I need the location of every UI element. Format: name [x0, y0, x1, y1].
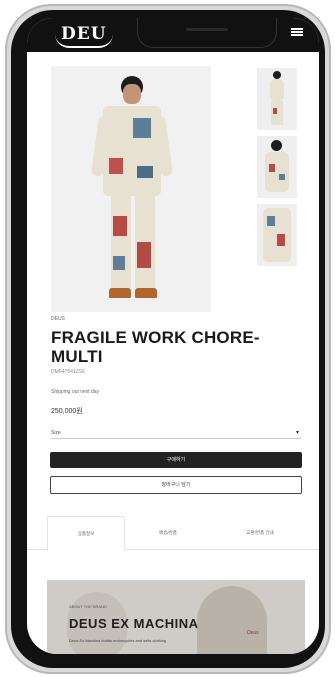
model-face [123, 84, 141, 104]
banner-title: DEUS EX MACHINA [69, 616, 199, 631]
banner-eyebrow: ABOUT THE BRAND [69, 604, 107, 609]
speaker-grille [186, 28, 228, 31]
product-thumbnail[interactable] [257, 136, 297, 198]
product-price: 250,000원 [51, 408, 83, 415]
right-shoe [135, 288, 157, 298]
product-thumbnail[interactable] [257, 204, 297, 266]
banner-signature: Deus [247, 630, 259, 636]
option-select-value: Size [51, 430, 61, 436]
product-title: FRAGILE WORK CHORE-MULTI [51, 328, 260, 366]
print-patch [109, 158, 123, 174]
add-to-cart-button[interactable]: 장바구니 담기 [50, 476, 302, 494]
hamburger-menu-icon[interactable] [291, 28, 303, 36]
product-main-image[interactable] [51, 66, 211, 312]
print-patch [113, 216, 127, 236]
right-leg [135, 192, 155, 288]
mobile-screen: DEU DEUS FRAGILE WORK CHORE-MULTI DMF475… [27, 18, 319, 654]
buy-now-button[interactable]: 구매하기 [50, 452, 302, 468]
brand-label[interactable]: DEUS [51, 316, 65, 322]
banner-photo-figure [197, 586, 267, 654]
left-leg [111, 192, 131, 288]
print-patch [113, 256, 125, 270]
left-shoe [109, 288, 131, 298]
jacket [103, 106, 161, 196]
product-sku: DMF47541ZS6 [51, 369, 85, 375]
model-figure [51, 66, 211, 312]
phone-notch [137, 18, 277, 48]
chevron-down-icon: ▾ [295, 430, 299, 436]
product-info-tabs: 상품정보 배송/반품 교환/반품 안내 [27, 516, 319, 551]
top-navigation-bar: DEU [27, 18, 319, 52]
print-patch [137, 166, 153, 178]
product-thumbnail[interactable] [257, 68, 297, 130]
option-select[interactable]: Size ▾ [51, 428, 301, 439]
brand-banner[interactable]: ABOUT THE BRAND DEUS EX MACHINA Deus Ex … [47, 580, 305, 654]
tab-shipping[interactable]: 배송/반품 [127, 516, 209, 550]
banner-copy: Deus Ex Machina builds motorcycles and s… [69, 638, 167, 643]
tab-product-info[interactable]: 상품정보 [47, 516, 125, 551]
shipping-note: Shipping out next day [51, 389, 100, 395]
brand-logo[interactable]: DEU [55, 24, 113, 48]
print-patch [137, 242, 151, 268]
tab-exchange[interactable]: 교환/반품 안내 [215, 516, 305, 550]
print-patch [133, 118, 151, 138]
phone-frame: DEU DEUS FRAGILE WORK CHORE-MULTI DMF475… [5, 4, 331, 674]
